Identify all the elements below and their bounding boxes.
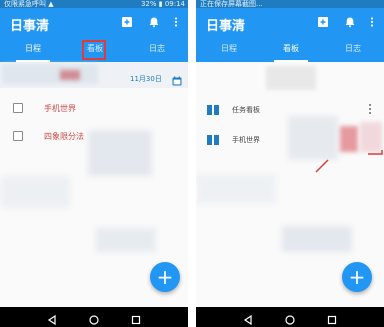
board-label[interactable]: 任务看板: [232, 105, 260, 115]
back-icon[interactable]: [242, 311, 254, 326]
app-bar: 日事清: [196, 8, 384, 36]
more-vertical-icon[interactable]: [366, 16, 378, 28]
back-icon[interactable]: [46, 311, 58, 326]
add-fab-button[interactable]: +: [150, 262, 180, 292]
tab-log[interactable]: 日志: [322, 36, 384, 62]
more-vertical-icon[interactable]: [368, 103, 372, 115]
status-bar: 正在保存屏幕截图...: [196, 0, 384, 8]
tab-highlight-box: [82, 40, 106, 60]
mosaic-blur: [282, 226, 352, 252]
recents-icon[interactable]: [326, 311, 338, 325]
mosaic-blur: [0, 176, 70, 208]
add-fab-button[interactable]: +: [342, 262, 372, 292]
task-checkbox[interactable]: [13, 103, 23, 113]
system-nav-bar: [0, 307, 188, 327]
app-title: 日事清: [10, 19, 50, 34]
tab-log[interactable]: 日志: [126, 36, 188, 62]
status-left-text: 仅限紧急呼叫 ▲: [4, 0, 54, 8]
board-label[interactable]: 手机世界: [232, 135, 260, 145]
status-right-text: 32% ▮ 09:14: [140, 0, 185, 8]
more-vertical-icon[interactable]: [170, 16, 182, 28]
calendar-icon[interactable]: [172, 71, 182, 86]
tab-bar: 日程 看板 日志: [196, 36, 384, 62]
task-checkbox[interactable]: [13, 131, 23, 141]
annotation-arrow: [315, 150, 383, 173]
board-icon: [206, 102, 220, 116]
bell-icon[interactable]: [148, 16, 160, 28]
mosaic-blur: [60, 70, 80, 80]
mosaic-blur: [2, 64, 98, 84]
board-icon: [206, 132, 220, 146]
mosaic-blur: [266, 66, 316, 90]
app-title: 日事清: [206, 19, 246, 34]
tab-schedule[interactable]: 日程: [2, 36, 64, 62]
status-bar: 仅限紧急呼叫 ▲ 32% ▮ 09:14: [0, 0, 188, 8]
mosaic-blur: [96, 228, 156, 252]
add-board-icon[interactable]: [121, 16, 133, 28]
screen-divider: [188, 0, 196, 327]
bell-icon[interactable]: [344, 16, 356, 28]
tab-board[interactable]: 看板: [260, 36, 322, 62]
task-label[interactable]: 四象限分法: [44, 131, 84, 142]
right-phone-screen: 正在保存屏幕截图... 日事清 日程 看板 日志 任务看板 手机世界 +: [196, 0, 384, 327]
left-phone-screen: 仅限紧急呼叫 ▲ 32% ▮ 09:14 日事清 日程 看板 日志 11月30日…: [0, 0, 188, 327]
mosaic-blur: [88, 130, 152, 176]
home-icon[interactable]: [88, 311, 100, 325]
task-row[interactable]: 手机世界: [0, 94, 188, 122]
task-label[interactable]: 手机世界: [44, 103, 76, 114]
recents-icon[interactable]: [130, 311, 142, 325]
status-left-text: 正在保存屏幕截图...: [200, 0, 263, 8]
mosaic-blur: [196, 174, 276, 204]
tab-schedule[interactable]: 日程: [198, 36, 260, 62]
system-nav-bar: [196, 307, 384, 327]
date-label: 11月30日: [130, 75, 162, 83]
add-board-icon[interactable]: [317, 16, 329, 28]
home-icon[interactable]: [284, 311, 296, 325]
app-bar: 日事清: [0, 8, 188, 36]
